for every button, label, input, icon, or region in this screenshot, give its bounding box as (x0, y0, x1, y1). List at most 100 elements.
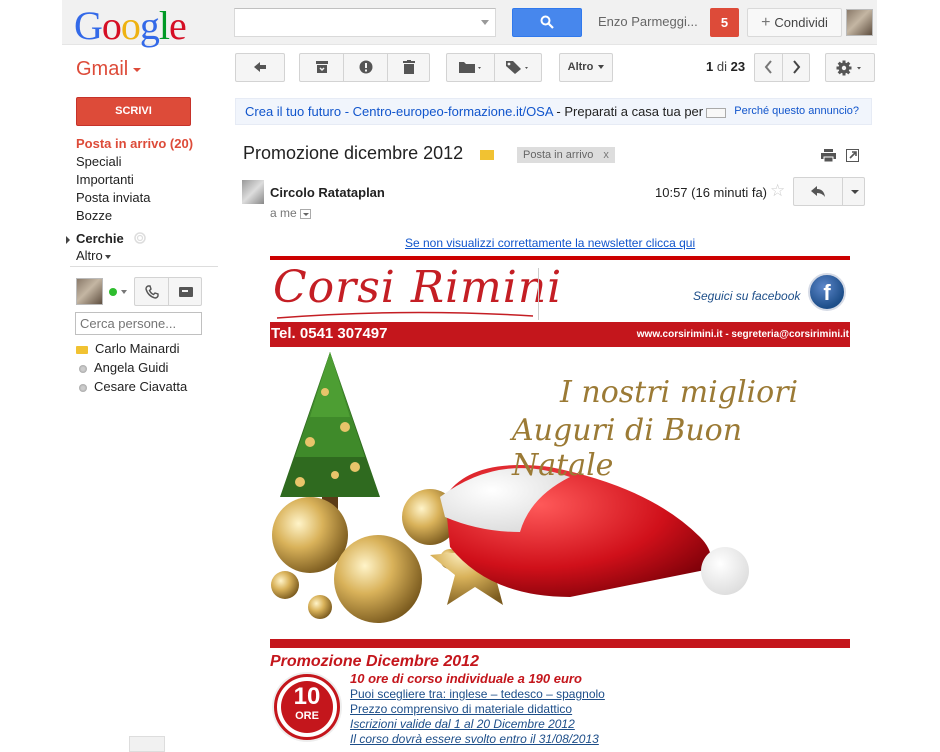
ad-text: - Preparati a casa tua per (552, 104, 704, 119)
sidebar-item-inbox[interactable]: Posta in arrivo (20) (76, 135, 216, 153)
promo-headline: 10 ore di corso individuale a 190 euro (350, 671, 582, 686)
ellipsis-icon[interactable] (706, 107, 727, 118)
move-label-group (446, 53, 542, 82)
gmail-menu[interactable]: Gmail (76, 58, 142, 81)
header-divider (538, 268, 539, 320)
promo-line[interactable]: Iscrizioni valide dal 1 al 20 Dicembre 2… (350, 717, 605, 732)
trash-icon (402, 60, 415, 74)
pager: 1 di 23 (706, 59, 745, 74)
web-contacts[interactable]: www.corsirimini.it - segreteria@corsirim… (637, 329, 849, 340)
pager-separator: di (716, 59, 727, 74)
more-actions-button[interactable]: Altro (559, 53, 613, 82)
status-caret-icon[interactable] (121, 290, 127, 294)
expand-arrow-icon[interactable] (66, 236, 70, 244)
sidebar-item-sent[interactable]: Posta inviata (76, 189, 216, 207)
message-tools (821, 149, 859, 165)
newer-button[interactable] (755, 54, 782, 81)
open-new-window-icon[interactable] (845, 149, 859, 162)
print-icon[interactable] (821, 149, 836, 163)
brand-swash (276, 311, 534, 319)
facebook-label[interactable]: Seguici su facebook (693, 289, 800, 303)
chevron-down-icon (104, 254, 111, 259)
settings-button[interactable] (825, 53, 875, 82)
more-reply-options-icon[interactable] (851, 190, 859, 194)
google-logo[interactable]: Google (74, 2, 187, 49)
reply-icon (811, 186, 825, 197)
star-icon[interactable]: ☆ (770, 181, 785, 201)
promo-line[interactable]: Il corso dovrà essere svolto entro il 31… (350, 732, 605, 747)
contact-item[interactable]: Angela Guidi (76, 358, 187, 377)
search-input[interactable] (234, 8, 496, 37)
labels-button[interactable] (494, 54, 541, 81)
sender-avatar[interactable] (242, 180, 264, 204)
message-subject: Promozione dicembre 2012 (243, 143, 464, 163)
promo-body: 10 ORE 10 ore di corso individuale a 190… (270, 671, 850, 749)
plus-icon: + (761, 14, 771, 31)
compose-button[interactable]: SCRIVI (76, 97, 191, 126)
facebook-icon[interactable]: f (808, 273, 846, 311)
back-to-inbox-button[interactable] (235, 53, 285, 82)
sidebar-item-drafts[interactable]: Bozze (76, 207, 216, 225)
message-time: 10:57 (16 minuti fa) (655, 185, 768, 200)
ad-link[interactable]: Crea il tuo futuro - Centro-europeo-form… (245, 104, 553, 119)
more-label: Altro (76, 248, 103, 263)
share-label: Condividi (774, 15, 828, 30)
reply-button-group (793, 177, 865, 206)
move-to-button[interactable] (447, 54, 494, 81)
user-name[interactable]: Enzo Parmeggi... (598, 14, 698, 29)
chevron-right-icon (793, 60, 801, 74)
sidebar-item-circles[interactable]: Cerchie (76, 231, 147, 246)
newsletter-view-link[interactable]: Se non visualizzi correttamente la newsl… (405, 236, 695, 250)
newsletter-red-rule (270, 639, 850, 648)
contact-name: Angela Guidi (94, 360, 169, 375)
greeting-line-1: I nostri migliori (560, 375, 799, 410)
contact-item[interactable]: Cesare Ciavatta (76, 377, 187, 396)
promo-lines: 10 ore di corso individuale a 190 euro P… (350, 671, 605, 747)
search-options-caret-icon[interactable] (481, 20, 489, 25)
importance-marker-icon[interactable] (480, 150, 494, 160)
logo-letter: o (101, 3, 122, 48)
notifications-badge[interactable]: 5 (710, 8, 739, 37)
delete-button[interactable] (387, 54, 429, 81)
call-button[interactable] (135, 278, 168, 305)
archive-icon (315, 61, 328, 73)
older-button[interactable] (782, 54, 809, 81)
sidebar-item-important[interactable]: Importanti (76, 171, 216, 189)
pager-total: 23 (730, 59, 746, 74)
ad-why-link[interactable]: Perché questo annuncio? (734, 99, 859, 124)
contact-list: Carlo Mainardi Angela Guidi Cesare Ciava… (76, 339, 187, 396)
promo-line[interactable]: Puoi scegliere tra: inglese – tedesco – … (350, 687, 605, 702)
show-details-icon[interactable] (299, 208, 311, 219)
pager-current: 1 (706, 59, 714, 74)
video-call-button[interactable] (169, 278, 202, 305)
sender-name[interactable]: Circolo Ratataplan (270, 185, 385, 200)
promo-line[interactable]: Prezzo comprensivo di materiale didattic… (350, 702, 605, 717)
sidebar-more[interactable]: Altro (76, 248, 111, 263)
tag-icon (506, 61, 528, 74)
logo-letter: g (139, 3, 160, 48)
phone-icon (144, 285, 159, 299)
logo-letter: G (74, 3, 103, 48)
chat-avatar[interactable] (76, 278, 103, 305)
newsletter-header: Corsi Rimini Seguici su facebook f (270, 260, 850, 322)
people-search-input[interactable] (75, 312, 202, 335)
sidebar-item-starred[interactable]: Speciali (76, 153, 216, 171)
pager-buttons (754, 53, 810, 82)
account-avatar[interactable] (846, 9, 873, 36)
hours-badge: 10 ORE (274, 674, 340, 740)
report-spam-button[interactable] (343, 54, 387, 81)
reply-button[interactable] (794, 178, 842, 205)
archive-button[interactable] (300, 54, 343, 81)
search-icon (540, 15, 554, 29)
remove-label-icon[interactable]: x (603, 149, 609, 161)
contact-item[interactable]: Carlo Mainardi (76, 339, 187, 358)
status-online-icon[interactable] (109, 288, 117, 296)
brand-logo[interactable]: Corsi Rimini (273, 262, 562, 313)
sidebar-scrollbar[interactable] (129, 736, 165, 752)
share-button[interactable]: + Condividi (747, 8, 842, 37)
search-button[interactable] (512, 8, 582, 37)
offline-status-icon (79, 365, 87, 373)
label-chip[interactable]: Posta in arrivo x (517, 147, 615, 163)
greeting-line-2: Auguri di Buon Natale (512, 413, 743, 483)
arrow-left-icon (254, 62, 266, 72)
